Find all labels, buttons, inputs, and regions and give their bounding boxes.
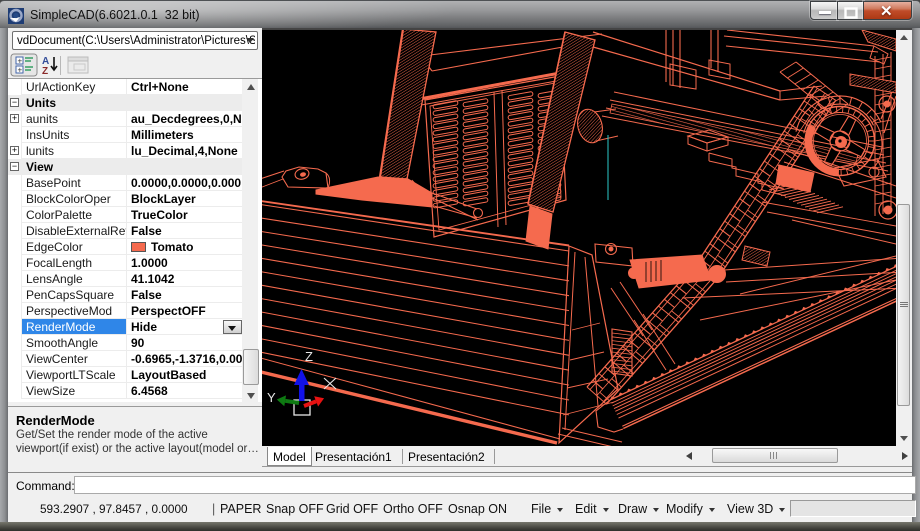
svg-text:+: +: [18, 66, 23, 75]
svg-text:Y: Y: [267, 390, 276, 405]
svg-text:+: +: [18, 57, 23, 66]
svg-text:Z: Z: [305, 349, 313, 364]
svg-text:Z: Z: [42, 66, 48, 77]
